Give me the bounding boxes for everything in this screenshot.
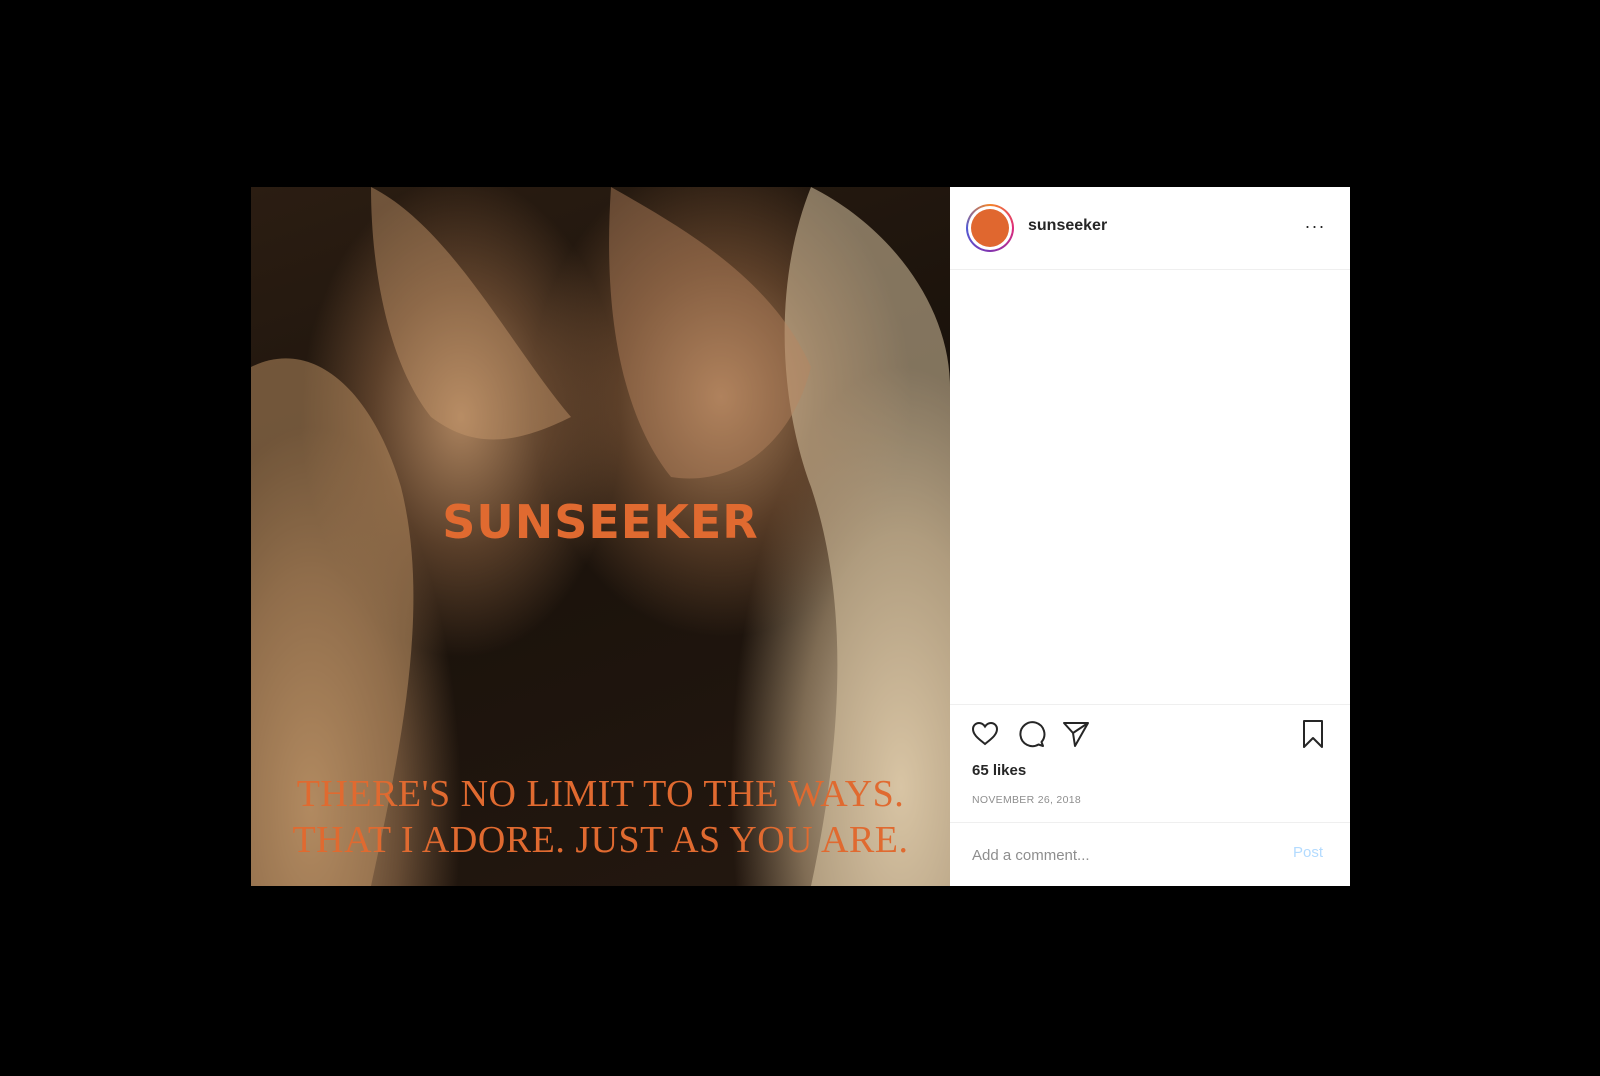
comment-input[interactable] <box>972 843 1252 867</box>
avatar-image <box>971 209 1009 247</box>
bookmark-icon[interactable] <box>1298 719 1328 749</box>
post-sidebar: sunseeker ··· 65 likes NOVEMBER 26, 2018… <box>950 187 1350 886</box>
avatar[interactable] <box>966 204 1014 252</box>
comment-bar: Post <box>950 822 1350 886</box>
heart-icon[interactable] <box>970 719 1000 749</box>
instagram-post: SUNSEEKER THERE'S NO LIMIT TO THE WAYS. … <box>251 187 1350 886</box>
image-brand-title: SUNSEEKER <box>442 495 759 549</box>
post-date: NOVEMBER 26, 2018 <box>972 794 1081 806</box>
comment-bubble-icon[interactable] <box>1016 719 1046 749</box>
post-actions: 65 likes NOVEMBER 26, 2018 <box>950 704 1350 822</box>
avatar-border <box>968 206 1012 250</box>
paper-plane-icon[interactable] <box>1061 719 1091 749</box>
post-image: SUNSEEKER THERE'S NO LIMIT TO THE WAYS. … <box>251 187 950 886</box>
more-options-icon[interactable]: ··· <box>1300 213 1330 239</box>
image-caption: THERE'S NO LIMIT TO THE WAYS. THAT I ADO… <box>251 771 950 863</box>
caption-line-2: THAT I ADORE. JUST AS YOU ARE. <box>292 819 909 861</box>
post-header: sunseeker ··· <box>950 187 1350 270</box>
caption-line-1: THERE'S NO LIMIT TO THE WAYS. <box>296 773 905 815</box>
post-comment-button[interactable]: Post <box>1293 844 1323 861</box>
comments-area <box>950 270 1350 704</box>
username-link[interactable]: sunseeker <box>1028 217 1107 235</box>
likes-count[interactable]: 65 likes <box>972 762 1026 779</box>
